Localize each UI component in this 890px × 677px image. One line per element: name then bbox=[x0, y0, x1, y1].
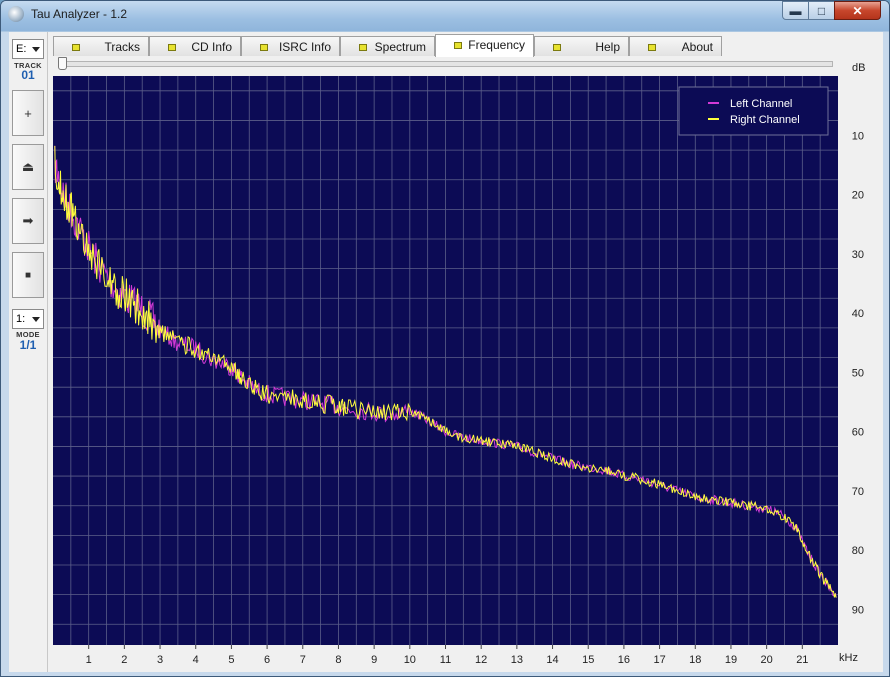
x-tick-label: 6 bbox=[264, 654, 270, 666]
x-tick-label: 19 bbox=[725, 654, 737, 666]
chevron-down-icon bbox=[32, 47, 40, 52]
x-tick-label: 9 bbox=[371, 654, 377, 666]
x-tick-label: 7 bbox=[300, 654, 306, 666]
y-tick-label: 50 bbox=[852, 367, 864, 379]
x-tick-label: 16 bbox=[618, 654, 630, 666]
drive-select[interactable]: E: bbox=[12, 39, 44, 59]
x-tick-label: 20 bbox=[761, 654, 773, 666]
client-area: E: TRACK 01 + ⏏ ➡ ■ 1: MODE 1/1 Tracks C… bbox=[9, 32, 883, 672]
legend-box bbox=[678, 86, 829, 136]
y-tick-label: 20 bbox=[852, 190, 864, 202]
y-tick-label: 10 bbox=[852, 130, 864, 142]
tab-help[interactable]: Help bbox=[534, 36, 629, 56]
play-icon: ➡ bbox=[22, 213, 34, 228]
eject-button[interactable]: ⏏ bbox=[12, 144, 44, 190]
x-tick-label: 21 bbox=[796, 654, 808, 666]
x-tick-label: 10 bbox=[404, 654, 416, 666]
position-slider-thumb[interactable] bbox=[58, 57, 67, 70]
y-tick-label: 80 bbox=[852, 545, 864, 557]
play-button[interactable]: ➡ bbox=[12, 198, 44, 244]
window-title: Tau Analyzer - 1.2 bbox=[31, 7, 128, 21]
x-unit-label: kHz bbox=[839, 652, 858, 664]
tab-isrc-info[interactable]: ISRC Info bbox=[241, 36, 340, 56]
legend-left-label: Left Channel bbox=[730, 98, 792, 110]
tab-label: Frequency bbox=[468, 38, 525, 52]
tab-tracks[interactable]: Tracks bbox=[53, 36, 149, 56]
tab-label: Tracks bbox=[104, 40, 140, 54]
x-tick-label: 15 bbox=[582, 654, 594, 666]
tab-label: ISRC Info bbox=[278, 40, 331, 54]
track-number: 01 bbox=[21, 68, 35, 82]
x-tick-label: 1 bbox=[86, 654, 92, 666]
x-tick-label: 12 bbox=[475, 654, 487, 666]
y-tick-label: 70 bbox=[852, 486, 864, 498]
y-unit-label: dB bbox=[852, 62, 866, 74]
y-tick-label: 40 bbox=[852, 308, 864, 320]
x-tick-label: 11 bbox=[440, 654, 451, 666]
tab-about[interactable]: About bbox=[629, 36, 722, 56]
minimize-button[interactable]: ▬ bbox=[782, 1, 809, 20]
maximize-button[interactable]: □ bbox=[808, 1, 835, 20]
tab-label: CD Info bbox=[191, 40, 232, 54]
x-tick-label: 5 bbox=[228, 654, 234, 666]
title-bar[interactable]: Tau Analyzer - 1.2 ▬ □ ✕ bbox=[1, 1, 889, 31]
x-tick-label: 14 bbox=[546, 654, 558, 666]
add-icon: + bbox=[24, 105, 32, 121]
eject-icon: ⏏ bbox=[21, 159, 35, 174]
chart-legend: Left Channel Right Channel bbox=[678, 86, 829, 136]
control-sidebar: E: TRACK 01 + ⏏ ➡ ■ 1: MODE 1/1 bbox=[9, 32, 48, 672]
stop-icon: ■ bbox=[24, 269, 32, 281]
x-tick-label: 2 bbox=[121, 654, 127, 666]
x-tick-label: 18 bbox=[689, 654, 701, 666]
x-tick-label: 3 bbox=[157, 654, 163, 666]
x-tick-label: 4 bbox=[193, 654, 199, 666]
tab-label: Help bbox=[595, 40, 620, 54]
tab-cd-info[interactable]: CD Info bbox=[149, 36, 241, 56]
tab-frequency[interactable]: Frequency bbox=[435, 34, 534, 57]
mode-value: 1/1 bbox=[19, 338, 37, 352]
mode-select-value: 1: bbox=[16, 313, 26, 325]
drive-select-value: E: bbox=[16, 43, 27, 55]
position-slider-track[interactable] bbox=[59, 61, 833, 67]
x-tick-label: 8 bbox=[335, 654, 341, 666]
close-button[interactable]: ✕ bbox=[834, 1, 881, 20]
tab-label: Spectrum bbox=[374, 40, 426, 54]
x-tick-label: 17 bbox=[653, 654, 665, 666]
y-tick-label: 60 bbox=[852, 427, 864, 439]
frequency-plot: 10 20 30 40 50 60 70 80 90 1 2 3 4 5 6 7 8 9 10 11 12 13 14 15… bbox=[53, 76, 883, 676]
legend-right-label: Right Channel bbox=[730, 114, 800, 126]
app-icon bbox=[8, 6, 24, 22]
mode-select[interactable]: 1: bbox=[12, 309, 44, 329]
y-tick-labels: 10 20 30 40 50 60 70 80 90 bbox=[852, 130, 864, 616]
app-window: Tau Analyzer - 1.2 ▬ □ ✕ E: TRACK 01 + ⏏… bbox=[0, 0, 890, 677]
add-button[interactable]: + bbox=[12, 90, 44, 136]
stop-button[interactable]: ■ bbox=[12, 252, 44, 298]
y-tick-label: 30 bbox=[852, 249, 864, 261]
tab-spectrum[interactable]: Spectrum bbox=[340, 36, 435, 56]
x-tick-label: 13 bbox=[511, 654, 523, 666]
x-tick-labels: 1 2 3 4 5 6 7 8 9 10 11 12 13 14 15 16 17 18 19 20 21 bbox=[86, 645, 808, 666]
y-tick-label: 90 bbox=[852, 604, 864, 616]
tab-label: About bbox=[681, 40, 713, 54]
frequency-chart: 102030405060708090 1 2 3 4 5 6 7 8 9 10 11 12 13 14 15… bbox=[53, 76, 864, 666]
chevron-down-icon bbox=[32, 317, 40, 322]
